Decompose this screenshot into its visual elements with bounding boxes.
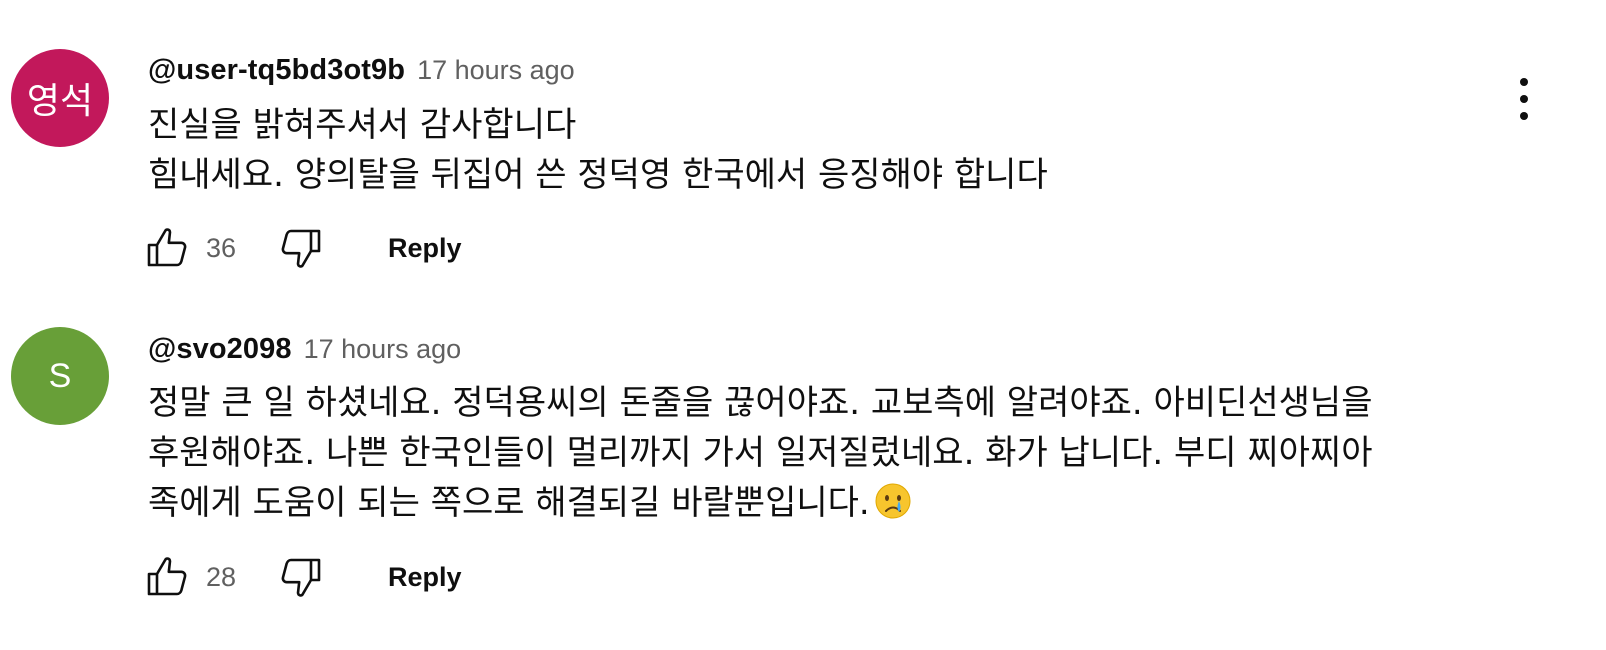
comment-header: @svo2098 17 hours ago bbox=[148, 333, 461, 366]
dislike-button[interactable] bbox=[276, 223, 326, 273]
comment-line-last: 족에게 도움이 되는 쪽으로 해결되길 바랄뿐입니다. bbox=[148, 478, 1373, 534]
thumb-down-icon bbox=[281, 558, 321, 597]
avatar-initials: 영석 bbox=[26, 81, 94, 122]
dislike-button[interactable] bbox=[276, 552, 326, 602]
author-name[interactable]: @svo2098 bbox=[148, 333, 292, 366]
like-button[interactable] bbox=[142, 223, 192, 273]
action-menu-button[interactable] bbox=[1506, 72, 1542, 126]
avatar[interactable]: 영석 bbox=[11, 49, 109, 147]
comment-line: 후원해야죠. 나쁜 한국인들이 멀리까지 가서 일저질렀네요. 화가 납니다. … bbox=[148, 433, 1373, 473]
more-vert-icon bbox=[1520, 78, 1528, 86]
comment-actions: 36 Reply bbox=[142, 223, 462, 273]
more-vert-icon bbox=[1520, 95, 1528, 103]
timestamp[interactable]: 17 hours ago bbox=[304, 334, 462, 365]
comment-line-text: 족에게 도움이 되는 쪽으로 해결되길 바랄뿐입니다. bbox=[148, 483, 870, 523]
like-count: 28 bbox=[206, 561, 237, 592]
comment-text: 진실을 밝혀주셔서 감사합니다 힘내세요. 양의탈을 뒤집어 쓴 정덕영 한국에… bbox=[148, 100, 1048, 200]
comment-line: 힘내세요. 양의탈을 뒤집어 쓴 정덕영 한국에서 응징해야 합니다 bbox=[148, 155, 1048, 195]
crying-face-emoji bbox=[874, 482, 912, 534]
thumb-up-icon bbox=[147, 228, 187, 267]
thumb-up-icon bbox=[147, 557, 187, 596]
comment-actions: 28 Reply bbox=[142, 552, 462, 602]
author-name[interactable]: @user-tq5bd3ot9b bbox=[148, 54, 405, 87]
like-button[interactable] bbox=[142, 552, 192, 602]
comment-header: @user-tq5bd3ot9b 17 hours ago bbox=[148, 54, 575, 87]
timestamp[interactable]: 17 hours ago bbox=[417, 55, 575, 86]
thumb-down-icon bbox=[281, 229, 321, 268]
comments-section: 영석 @user-tq5bd3ot9b 17 hours ago 진실을 밝혀주… bbox=[0, 0, 1606, 650]
avatar[interactable]: S bbox=[11, 327, 109, 425]
comment-line: 진실을 밝혀주셔서 감사합니다 bbox=[148, 105, 577, 145]
avatar-initials: S bbox=[48, 356, 72, 395]
reply-button[interactable]: Reply bbox=[388, 562, 462, 593]
like-count: 36 bbox=[206, 232, 237, 263]
more-vert-icon bbox=[1520, 112, 1528, 120]
reply-button[interactable]: Reply bbox=[388, 233, 462, 264]
comment-line: 정말 큰 일 하셨네요. 정덕용씨의 돈줄을 끊어야죠. 교보측에 알려야죠. … bbox=[148, 383, 1373, 423]
comment-text: 정말 큰 일 하셨네요. 정덕용씨의 돈줄을 끊어야죠. 교보측에 알려야죠. … bbox=[148, 378, 1373, 534]
